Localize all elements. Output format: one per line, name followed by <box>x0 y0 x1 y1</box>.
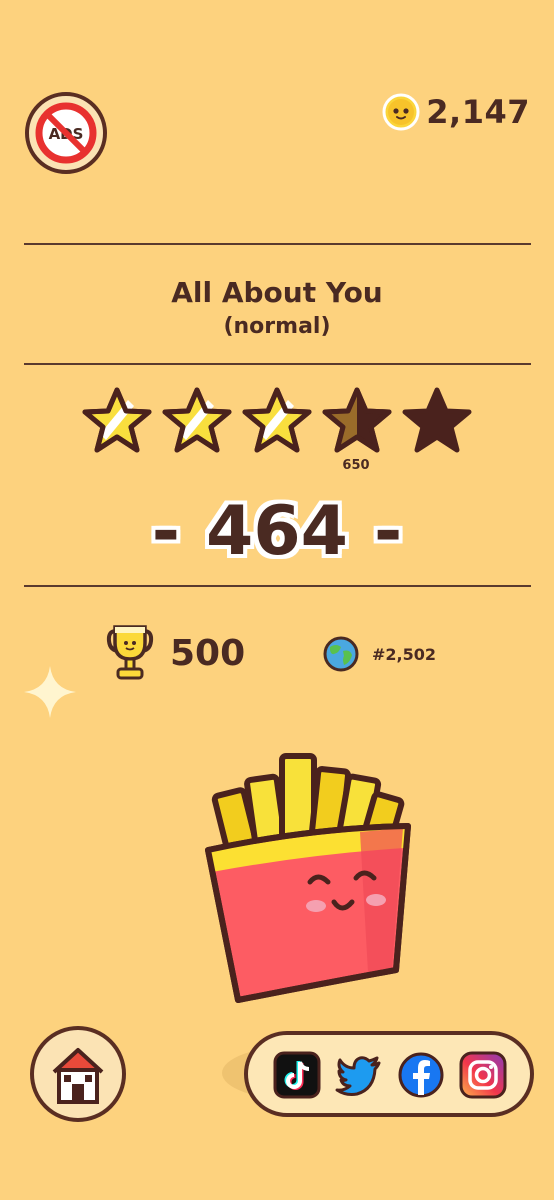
coin-counter: 2,147 <box>382 88 530 136</box>
best-score-value: 500 <box>170 632 246 674</box>
score-dash-right: - <box>373 492 403 571</box>
home-button[interactable] <box>30 1026 126 1122</box>
world-rank-value: #2,502 <box>372 644 437 664</box>
divider <box>24 363 531 365</box>
score-display: -464- <box>0 492 554 571</box>
fries-mascot <box>205 753 411 1003</box>
world-rank: #2,502 <box>322 634 436 674</box>
star-1-icon <box>82 387 152 453</box>
best-score: 500 <box>106 622 245 684</box>
globe-icon <box>323 636 359 672</box>
trophy-icon <box>106 625 154 680</box>
house-icon <box>52 1048 104 1104</box>
divider <box>24 585 531 587</box>
sparkle-icon <box>24 666 76 718</box>
star-5-icon <box>402 387 472 453</box>
star-3-icon <box>242 387 312 453</box>
level-difficulty: (normal) <box>223 314 331 339</box>
coin-icon <box>382 93 420 131</box>
next-star-threshold: 650 <box>342 458 370 473</box>
star-2-icon <box>162 387 232 453</box>
score-dash-left: - <box>151 492 181 571</box>
star-rating <box>82 387 472 453</box>
tiktok-icon[interactable] <box>273 1051 321 1099</box>
instagram-icon[interactable] <box>459 1051 507 1099</box>
no-ads-icon: ADS <box>35 102 97 164</box>
star-4-half-icon <box>322 387 392 453</box>
remove-ads-button[interactable]: ADS <box>25 92 107 174</box>
divider <box>24 243 531 245</box>
coin-count: 2,147 <box>426 93 530 131</box>
level-title: All About You <box>171 276 383 309</box>
score-value: 464 <box>206 492 348 571</box>
twitter-icon[interactable] <box>335 1051 383 1099</box>
facebook-icon[interactable] <box>397 1051 445 1099</box>
